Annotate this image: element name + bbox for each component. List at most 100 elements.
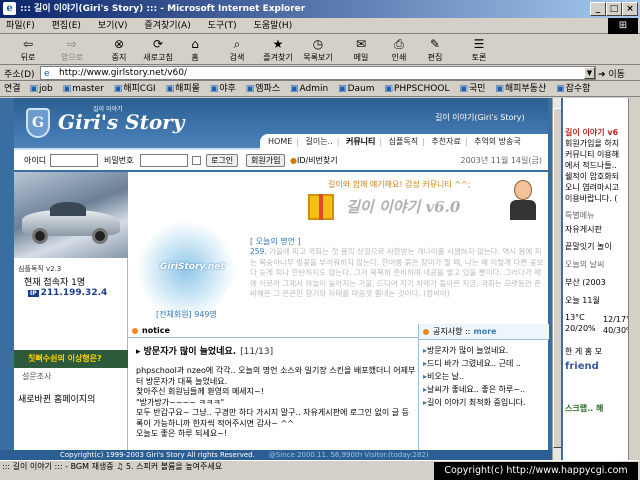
link-item[interactable]: 해피부동산 [495, 84, 546, 94]
list-item[interactable]: 날씨가 좋네요.. 좋은 하루~.. [423, 383, 547, 396]
back-button[interactable]: ⇦ 뒤로 [8, 37, 48, 64]
menu-view[interactable]: 보기(V) [98, 21, 128, 31]
side-line: 부산 (2003 [565, 278, 606, 287]
find-id-link[interactable]: ●ID/비번찾기 [290, 155, 338, 166]
menu-help[interactable]: 도움말(H) [254, 21, 293, 31]
site-logo[interactable]: Giri's Story [58, 110, 184, 134]
side-line: 이용바랍니다. ( [565, 194, 618, 203]
notice-title[interactable]: ▸ 방문자가 많이 늘었네요. [11/13] [136, 344, 273, 357]
nav-home[interactable]: HOME [268, 137, 292, 146]
home-icon: ⌂ [191, 37, 199, 51]
side-window-scrollbar[interactable] [628, 98, 640, 460]
discuss-button[interactable]: ☰ 토론 [464, 37, 494, 64]
copyright-badge: Copyright(c) http://www.happycgi.com [434, 462, 638, 480]
site-tagline: 길이 이야기(Giri's Story) [435, 113, 525, 122]
side-line: 쉘적이 암호화되 [565, 172, 620, 181]
window-title: ::: 길이 이야기(Giri's Story) ::: - Microsoft… [20, 4, 306, 14]
gift-box-icon [308, 194, 334, 220]
close-button[interactable]: × [622, 2, 638, 16]
link-item[interactable]: Admin [290, 84, 328, 94]
list-item[interactable]: 길이 이야기 최적화 중입니다. [423, 396, 547, 409]
maximize-button[interactable]: □ [606, 2, 622, 16]
side-line: friend [565, 361, 599, 372]
link-item[interactable]: 국민 [459, 84, 485, 94]
stop-icon: ⊗ [113, 37, 125, 51]
address-bar: 주소(D) e http://www.girlstory.net/v60/ ▼ … [0, 65, 640, 81]
address-url: http://www.girlstory.net/v60/ [59, 68, 188, 78]
list-item[interactable]: 드디 바가 그렸네요.. 근데 .. [423, 357, 547, 370]
back-arrow-icon: ⇦ [22, 37, 34, 51]
login-button[interactable]: 로그인 [206, 154, 239, 167]
ie-icon: e [3, 2, 16, 15]
forward-button[interactable]: ⇨ 앞으로 [52, 37, 92, 64]
menu-tools[interactable]: 도구(T) [208, 21, 237, 31]
edit-button[interactable]: ✎ 편집 [420, 37, 450, 64]
menu-edit[interactable]: 편집(E) [52, 21, 81, 31]
favorites-button[interactable]: ★ 즐겨찾기 [258, 37, 298, 64]
list-item[interactable]: 방문자가 많이 늘었네요. [423, 344, 547, 357]
poll-label: 설문조사 [22, 372, 52, 381]
member-count: [전체회원] 949명 [156, 310, 217, 319]
nav-simple[interactable]: 심플독직 [389, 137, 418, 146]
print-button[interactable]: ⎙ 인쇄 [384, 37, 414, 64]
join-button[interactable]: 회원가입 [246, 154, 286, 167]
password-input[interactable] [140, 154, 188, 167]
address-label: 주소(D) [4, 70, 35, 80]
link-item[interactable]: 엠파스 [246, 84, 280, 94]
side-line: 한 게 홈 모 [565, 347, 603, 356]
link-item[interactable]: master [63, 84, 104, 94]
car-image [14, 172, 128, 258]
minimize-button[interactable]: _ [590, 2, 606, 16]
link-item[interactable]: PHPSCHOOL [384, 84, 449, 94]
link-item[interactable]: 야후 [210, 84, 236, 94]
side-line: 커뮤니티 이용해 [565, 150, 620, 159]
nav-recommend[interactable]: 추천자료 [431, 137, 460, 146]
link-item[interactable]: job [29, 84, 52, 94]
remember-checkbox[interactable] [192, 156, 201, 165]
address-input[interactable]: e http://www.girlstory.net/v60/ [40, 66, 596, 80]
mail-icon: ✉ [355, 37, 367, 51]
notice-panel: notice ▸ 방문자가 많이 늘었네요. [11/13] phpschool과… [128, 324, 418, 460]
side-line: 스크랩.. 해 [565, 404, 604, 413]
nav-broadcast[interactable]: 추억의 방송국 [474, 137, 521, 146]
link-item[interactable]: 해피몰 [166, 84, 200, 94]
side-line: 오니 염려마시고 [565, 183, 620, 192]
more-link[interactable]: more [473, 327, 496, 336]
ideal-type-banner[interactable]: 칫뻐수쉰의 이상형은? [14, 350, 128, 368]
go-button[interactable]: ➜ 이동 [598, 67, 625, 80]
mail-button[interactable]: ✉ 메일 [346, 37, 376, 64]
nav-about[interactable]: 길이는.. [306, 137, 333, 146]
counter-version: 심플독직 v2.3 [18, 265, 62, 273]
nav-community[interactable]: 커뮤니티 [346, 137, 375, 146]
menu-favorites[interactable]: 즐겨찾기(A) [144, 21, 190, 31]
stop-button[interactable]: ⊗ 중지 [104, 37, 134, 64]
link-item[interactable]: 해피CGI [114, 84, 156, 94]
history-button[interactable]: ◷ 목록보기 [298, 37, 338, 64]
ip-address: IP 211.199.32.4 [28, 288, 108, 298]
side-line: 오늘 11월 [565, 296, 600, 305]
link-item[interactable]: Daum [338, 84, 374, 94]
discuss-icon: ☰ [473, 37, 485, 51]
side-line: 특별메뉴 [565, 211, 595, 220]
status-bar: ::: 길이 이야기 ::: - BGM 재생중 ♫ 5. 스피커 볼륨을 높여… [0, 460, 640, 480]
id-label: 아이디 [24, 156, 47, 165]
logo-shield-icon[interactable]: G [26, 108, 50, 138]
toolbar: ⇦ 뒤로 ⇨ 앞으로 ⊗ 중지 ⟳ 새로고침 ⌂ 홈 ⌕ 검색 ★ 즐겨찾기 ◷ 목록보기 ✉ 메… [0, 35, 640, 65]
announcements-heading: 공지사항 :: more [419, 324, 549, 340]
home-button[interactable]: ⌂ 홈 [182, 37, 208, 64]
avatar [508, 180, 538, 220]
refresh-button[interactable]: ⟳ 새로고침 [138, 37, 178, 64]
side-line: 회원가입을 하지 [565, 139, 620, 148]
list-item[interactable]: 비오는 날.. [423, 370, 547, 383]
id-input[interactable] [50, 154, 98, 167]
current-date: 2003년 11월 14일(금) [460, 156, 543, 165]
menu-file[interactable]: 파일(F) [6, 21, 35, 31]
vertical-scrollbar[interactable] [552, 98, 562, 460]
link-item[interactable]: 잡수함 [556, 84, 590, 94]
glow-text: GiriStory.net [160, 262, 225, 272]
refresh-icon: ⟳ [152, 37, 164, 51]
address-dropdown-icon[interactable]: ▼ [584, 67, 595, 79]
search-button[interactable]: ⌕ 검색 [222, 37, 252, 64]
side-line[interactable]: 자유게시판 [565, 224, 602, 235]
side-line[interactable]: 끝말잇기 놀이 [565, 241, 612, 252]
